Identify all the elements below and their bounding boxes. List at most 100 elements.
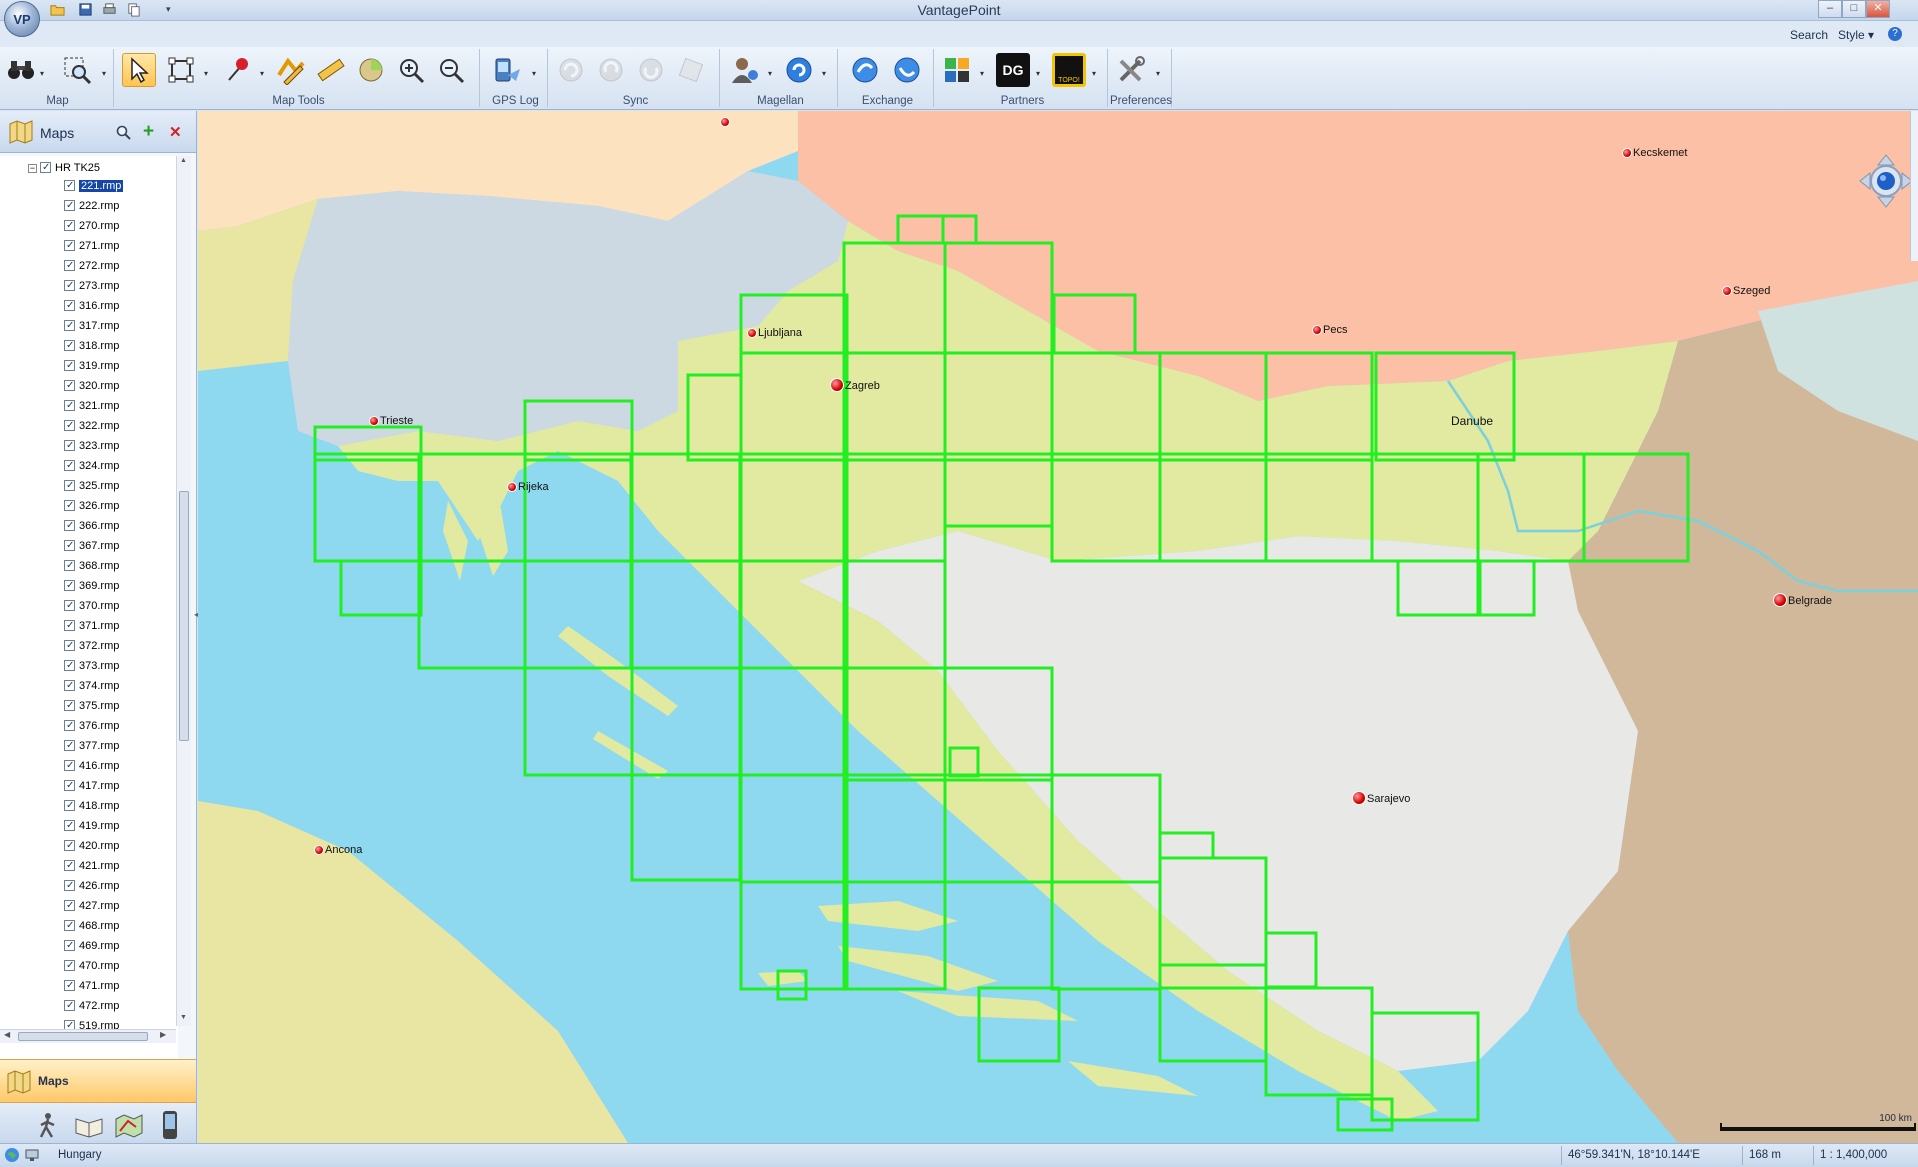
tree-item[interactable]: 319.rmp <box>64 358 119 374</box>
city-marker[interactable]: Sarajevo <box>1352 791 1410 805</box>
checkbox[interactable] <box>64 858 75 874</box>
preferences-dropdown-icon[interactable]: ▾ <box>1156 69 1164 78</box>
draw-route-icon[interactable] <box>274 53 308 87</box>
tree-item[interactable]: 472.rmp <box>64 998 119 1014</box>
zoom-in-icon[interactable] <box>394 53 428 87</box>
tree-item[interactable]: 421.rmp <box>64 858 119 874</box>
map-canvas[interactable] <box>198 111 1918 1143</box>
city-marker[interactable]: Trieste <box>369 415 413 427</box>
tree-item[interactable]: 426.rmp <box>64 878 119 894</box>
map-tile-outline[interactable] <box>339 559 423 617</box>
city-marker[interactable]: Ljubljana <box>747 327 802 339</box>
map-tile-outline[interactable] <box>417 559 527 670</box>
checkbox[interactable] <box>64 598 75 614</box>
city-marker[interactable]: Belgrade <box>1773 593 1832 607</box>
checkbox[interactable] <box>64 778 75 794</box>
vertical-scrollbar[interactable]: ▲ ▼ <box>176 156 191 1026</box>
city-marker[interactable]: Zagreb <box>830 378 880 392</box>
add-map-icon[interactable]: + <box>143 121 154 143</box>
map-edge-scroll[interactable] <box>1910 111 1918 261</box>
tree-item[interactable]: 320.rmp <box>64 378 119 394</box>
waypoint-pin-icon[interactable] <box>220 53 254 87</box>
tree-item[interactable]: 324.rmp <box>64 458 119 474</box>
tree-item[interactable]: 221.rmp <box>64 178 124 194</box>
preferences-tools-icon[interactable] <box>1114 53 1148 87</box>
checkbox[interactable] <box>64 458 75 474</box>
tree-item[interactable]: 316.rmp <box>64 298 119 314</box>
pan-control-icon[interactable] <box>1858 153 1914 209</box>
exchange-download-icon[interactable] <box>890 53 924 87</box>
checkbox[interactable] <box>64 538 75 554</box>
topo-dropdown-icon[interactable]: ▾ <box>1092 69 1100 78</box>
sync-upload-icon[interactable] <box>594 53 628 87</box>
tree-item[interactable]: 271.rmp <box>64 238 119 254</box>
tree-item[interactable]: 368.rmp <box>64 558 119 574</box>
checkbox[interactable] <box>64 278 75 294</box>
scroll-right-icon[interactable]: ▶ <box>160 1030 166 1039</box>
minimize-button[interactable]: – <box>1818 0 1842 18</box>
style-menu[interactable]: Style ▾ <box>1838 28 1874 42</box>
hscroll-thumb[interactable] <box>18 1032 148 1041</box>
zoom-area-dropdown-icon[interactable]: ▾ <box>102 69 110 78</box>
checkbox[interactable] <box>64 338 75 354</box>
digitalglobe-icon[interactable]: DG <box>996 53 1030 87</box>
checkbox[interactable] <box>64 878 75 894</box>
tree-item[interactable]: 367.rmp <box>64 538 119 554</box>
scroll-down-icon[interactable]: ▼ <box>180 1014 187 1021</box>
checkbox[interactable] <box>64 238 75 254</box>
gps-device-icon[interactable] <box>160 1109 180 1141</box>
magellan-update-icon[interactable] <box>782 53 816 87</box>
checkbox[interactable] <box>40 160 51 176</box>
checkbox[interactable] <box>64 358 75 374</box>
checkbox[interactable] <box>64 998 75 1014</box>
tree-item[interactable]: 272.rmp <box>64 258 119 274</box>
checkbox[interactable] <box>64 838 75 854</box>
tree-item[interactable]: 372.rmp <box>64 638 119 654</box>
zoom-area-icon[interactable] <box>60 53 94 87</box>
tree-item[interactable]: 470.rmp <box>64 958 119 974</box>
tree-item[interactable]: 322.rmp <box>64 418 119 434</box>
tree-item[interactable]: 371.rmp <box>64 618 119 634</box>
tree-item[interactable]: 326.rmp <box>64 498 119 514</box>
tree-item[interactable]: 375.rmp <box>64 698 119 714</box>
tree-item[interactable]: 374.rmp <box>64 678 119 694</box>
map-tile-outline[interactable] <box>630 773 742 882</box>
collapse-icon[interactable]: − <box>28 164 37 173</box>
scroll-left-icon[interactable]: ◀ <box>4 1030 10 1039</box>
horizontal-scrollbar[interactable]: ◀ ▶ <box>0 1029 176 1043</box>
checkbox[interactable] <box>64 198 75 214</box>
topo-icon[interactable]: TOPO! <box>1052 53 1086 87</box>
checkbox[interactable] <box>64 478 75 494</box>
tree-item[interactable]: 369.rmp <box>64 578 119 594</box>
tree-item[interactable]: 323.rmp <box>64 438 119 454</box>
checkbox[interactable] <box>64 658 75 674</box>
transform-dropdown-icon[interactable]: ▾ <box>204 69 212 78</box>
checkbox[interactable] <box>64 818 75 834</box>
waypoint-dropdown-icon[interactable]: ▾ <box>260 69 268 78</box>
tree-item[interactable]: 377.rmp <box>64 738 119 754</box>
tree-item[interactable]: 418.rmp <box>64 798 119 814</box>
checkbox[interactable] <box>64 518 75 534</box>
binoculars-dropdown-icon[interactable]: ▾ <box>40 69 48 78</box>
book-icon[interactable] <box>74 1111 104 1139</box>
app-menu-button[interactable]: VP <box>4 1 40 37</box>
tree-item[interactable]: 417.rmp <box>64 778 119 794</box>
tree-item[interactable]: 325.rmp <box>64 478 119 494</box>
exchange-upload-icon[interactable] <box>848 53 882 87</box>
map-tile-outline[interactable] <box>523 666 634 777</box>
checkbox[interactable] <box>64 298 75 314</box>
gps-log-dropdown-icon[interactable]: ▾ <box>532 69 540 78</box>
close-button[interactable]: ✕ <box>1866 0 1890 18</box>
hiker-icon[interactable] <box>34 1111 62 1139</box>
checkbox[interactable] <box>64 618 75 634</box>
city-marker[interactable]: Szeged <box>1722 285 1770 297</box>
maximize-button[interactable]: □ <box>1842 0 1866 18</box>
checkbox[interactable] <box>64 318 75 334</box>
tree-item[interactable]: 270.rmp <box>64 218 119 234</box>
search-menu[interactable]: Search <box>1790 28 1828 42</box>
tree-item[interactable]: 222.rmp <box>64 198 119 214</box>
checkbox[interactable] <box>64 918 75 934</box>
scrollbar-thumb[interactable] <box>179 491 189 741</box>
binoculars-icon[interactable] <box>4 53 38 87</box>
checkbox[interactable] <box>64 678 75 694</box>
